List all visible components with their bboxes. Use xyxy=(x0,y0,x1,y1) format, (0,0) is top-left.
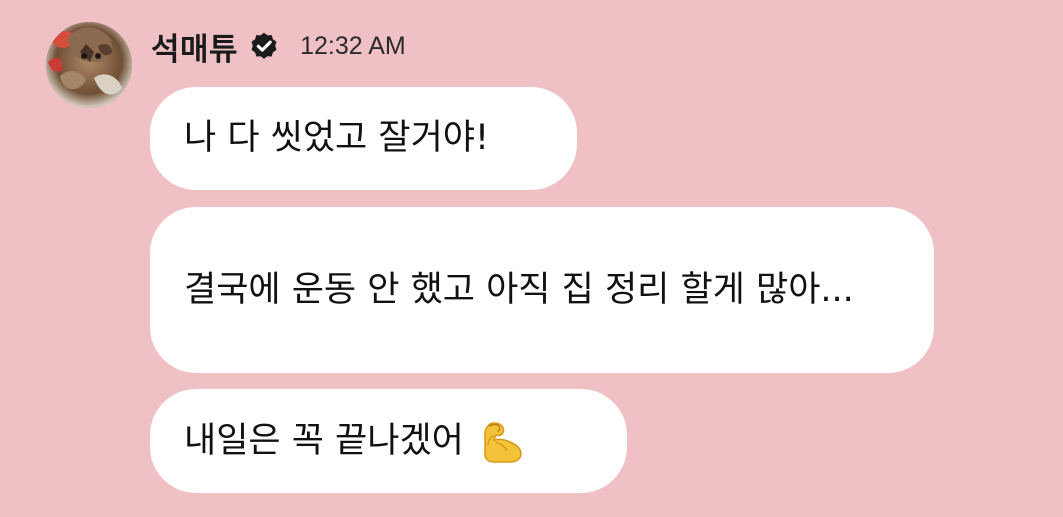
avatar-image xyxy=(46,22,132,108)
message-text: 나 다 씻었고 잘거야! xyxy=(184,118,490,158)
message-bubble[interactable]: 나 다 씻었고 잘거야! xyxy=(150,87,577,190)
message-timestamp: 12:32 AM xyxy=(300,31,406,60)
message-header: 석매튜 12:32 AM xyxy=(151,24,406,68)
sender-name[interactable]: 석매튜 xyxy=(151,24,238,69)
chat-panel: 석매튜 12:32 AM 나 다 씻었고 잘거야! 결국에 운동 안 했고 아직… xyxy=(0,0,1063,517)
avatar[interactable] xyxy=(46,22,132,108)
flexed-biceps-icon xyxy=(480,418,526,464)
message-bubble[interactable]: 내일은 꼭 끝나겠어 xyxy=(150,389,627,493)
verified-badge-icon xyxy=(248,30,280,62)
message-text: 결국에 운동 안 했고 아직 집 정리 할게 많아... xyxy=(184,269,854,310)
message-text: 내일은 꼭 끝나겠어 xyxy=(184,420,464,461)
message-bubble[interactable]: 결국에 운동 안 했고 아직 집 정리 할게 많아... xyxy=(150,207,934,373)
